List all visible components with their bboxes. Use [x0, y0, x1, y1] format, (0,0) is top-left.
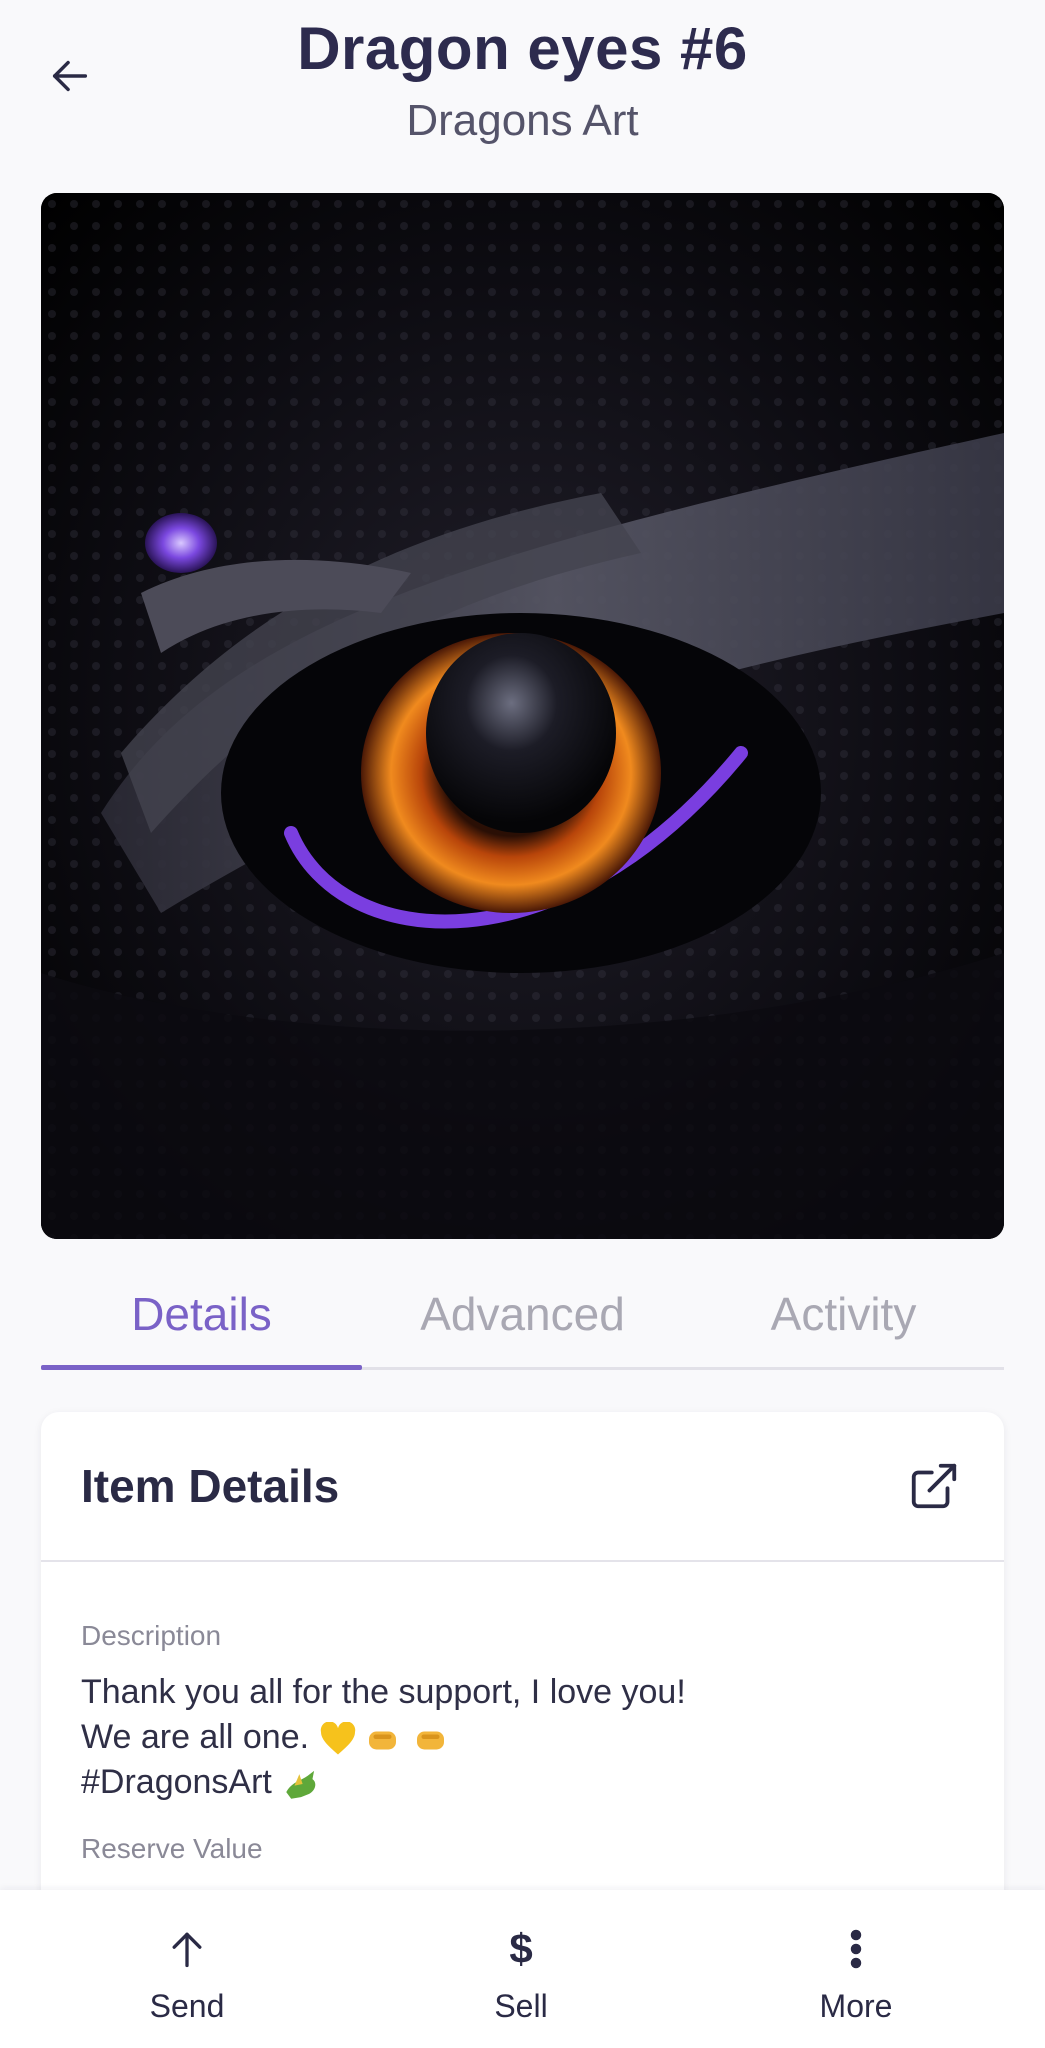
description-label: Description — [81, 1620, 222, 1651]
send-button[interactable]: Send — [87, 1890, 287, 2048]
more-button[interactable]: More — [756, 1890, 956, 2048]
page-title: Dragon eyes #6 — [297, 15, 748, 82]
page-header: Dragon eyes #6 Dragons Art — [0, 0, 1045, 180]
dragon-icon — [286, 1770, 316, 1799]
more-vertical-icon — [850, 1929, 862, 1969]
fist-bump-icon — [368, 1731, 396, 1750]
external-link-icon — [911, 1463, 957, 1509]
active-tab-indicator — [41, 1365, 362, 1370]
description-text: We are all one. — [81, 1718, 310, 1756]
description-line: We are all one. — [81, 1715, 964, 1760]
card-body: Description Thank you all for the suppor… — [41, 1562, 1004, 1865]
card-title: Item Details — [81, 1460, 340, 1512]
detail-tabs: Details Advanced Activity — [41, 1268, 1004, 1372]
open-external-button[interactable] — [904, 1456, 964, 1516]
description-text: Thank you all for the support, I love yo… — [81, 1673, 686, 1711]
description-line: #DragonsArt — [81, 1760, 964, 1805]
description-hashtag: #DragonsArt — [81, 1763, 272, 1801]
sell-button[interactable]: $ Sell — [421, 1890, 621, 2048]
nft-artwork-image[interactable] — [41, 193, 1004, 1239]
card-header: Item Details — [41, 1412, 1004, 1562]
arrow-up-icon — [172, 1932, 202, 1968]
dollar-icon: $ — [509, 1925, 533, 1972]
description-line: Thank you all for the support, I love yo… — [81, 1670, 964, 1715]
reserve-value-label: Reserve Value — [81, 1833, 263, 1864]
collection-name: Dragons Art — [406, 96, 639, 145]
tab-details[interactable]: Details — [41, 1268, 362, 1372]
tab-activity[interactable]: Activity — [683, 1268, 1004, 1372]
fist-bump-icon — [417, 1731, 445, 1750]
more-label: More — [819, 1988, 893, 2024]
send-label: Send — [149, 1988, 225, 2024]
yellow-heart-icon — [320, 1722, 355, 1755]
bottom-action-bar: Send $ Sell More — [0, 1890, 1045, 2048]
tab-advanced[interactable]: Advanced — [362, 1268, 683, 1372]
sell-label: Sell — [494, 1988, 548, 2024]
